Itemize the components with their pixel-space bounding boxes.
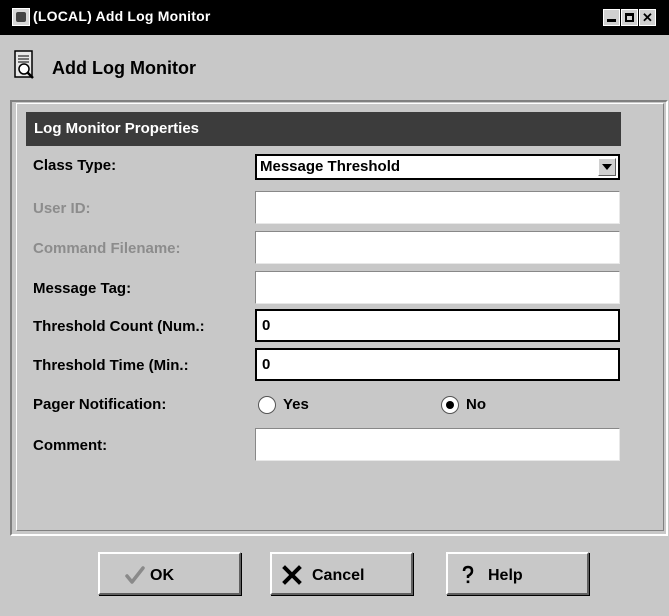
pager-no-label: No xyxy=(466,396,486,413)
comment-field[interactable] xyxy=(255,428,620,461)
dropdown-arrow-icon[interactable] xyxy=(598,158,616,176)
message-tag-label: Message Tag: xyxy=(33,280,132,297)
command-filename-field[interactable] xyxy=(255,231,620,264)
command-filename-label: Command Filename: xyxy=(33,240,181,257)
log-monitor-icon xyxy=(14,50,34,79)
ok-label: OK xyxy=(150,567,174,584)
section-header: Log Monitor Properties xyxy=(26,112,621,146)
threshold-count-field[interactable]: 0 xyxy=(255,309,620,342)
pager-notification-label: Pager Notification: xyxy=(33,396,167,413)
comment-label: Comment: xyxy=(33,437,108,454)
minimize-button[interactable] xyxy=(603,9,620,26)
app-icon[interactable] xyxy=(12,8,30,26)
close-button[interactable]: ✕ xyxy=(639,9,656,26)
threshold-time-field[interactable]: 0 xyxy=(255,348,620,381)
ok-button[interactable]: OK xyxy=(98,552,241,595)
pager-yes-radio[interactable] xyxy=(258,396,276,414)
close-icon: ✕ xyxy=(642,10,653,25)
question-mark-icon xyxy=(462,565,474,584)
page-title: Add Log Monitor xyxy=(52,58,196,78)
class-type-value: Message Threshold xyxy=(260,158,401,175)
help-label: Help xyxy=(488,567,523,584)
cancel-button[interactable]: Cancel xyxy=(270,552,413,595)
x-icon xyxy=(282,565,302,585)
cancel-label: Cancel xyxy=(312,567,365,584)
class-type-select[interactable]: Message Threshold xyxy=(255,154,620,180)
maximize-icon xyxy=(625,13,634,22)
threshold-time-label: Threshold Time (Min.: xyxy=(33,357,189,374)
user-id-label: User ID: xyxy=(33,200,91,217)
message-tag-field[interactable] xyxy=(255,271,620,304)
user-id-field[interactable] xyxy=(255,191,620,224)
pager-yes-label: Yes xyxy=(283,396,309,413)
minimize-icon xyxy=(607,19,616,22)
title-bar: (LOCAL) Add Log Monitor ✕ xyxy=(0,0,669,35)
window-title: (LOCAL) Add Log Monitor xyxy=(33,8,211,24)
maximize-button[interactable] xyxy=(621,9,638,26)
pager-no-radio[interactable] xyxy=(441,396,459,414)
class-type-label: Class Type: xyxy=(33,157,117,174)
dialog-header: Add Log Monitor xyxy=(0,35,669,100)
checkmark-icon xyxy=(125,566,145,584)
threshold-count-label: Threshold Count (Num.: xyxy=(33,318,205,335)
help-button[interactable]: Help xyxy=(446,552,589,595)
